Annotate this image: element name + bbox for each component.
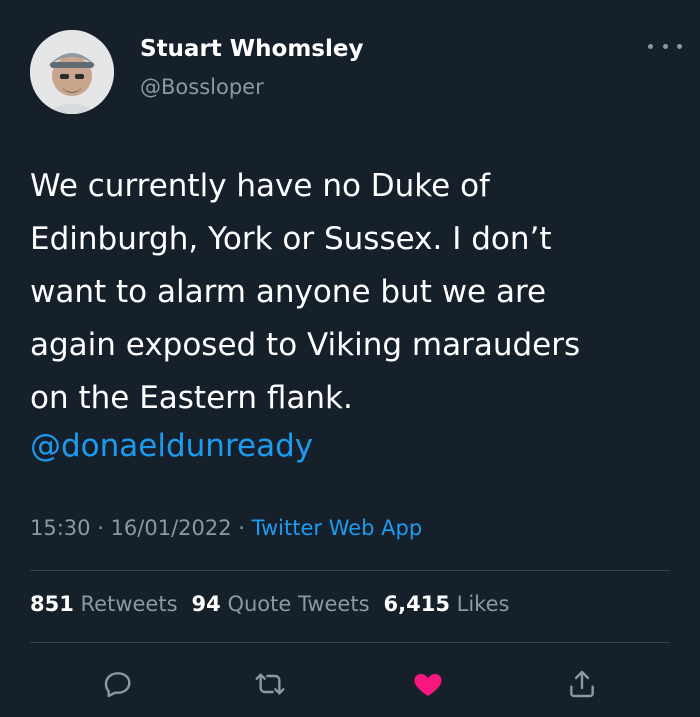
more-dot (648, 43, 653, 49)
quotes-count: 94 (191, 592, 221, 616)
meta-separator: · (90, 516, 111, 540)
reply-icon[interactable] (98, 664, 138, 704)
tweet-date[interactable]: 16/01/2022 (111, 516, 232, 540)
tweet-stats: 851 Retweets 94 Quote Tweets 6,415 Likes (30, 592, 509, 616)
tweet-time[interactable]: 15:30 (30, 516, 91, 540)
divider (30, 570, 670, 571)
share-icon[interactable] (562, 664, 602, 704)
more-icon[interactable] (648, 36, 682, 56)
quotes-label: Quote Tweets (227, 592, 370, 616)
display-name[interactable]: Stuart Whomsley (140, 36, 363, 62)
tweet-card: Stuart Whomsley @Bossloper We currently … (0, 0, 700, 717)
more-dot (677, 43, 682, 49)
likes-stat[interactable]: 6,415 Likes (384, 592, 510, 616)
tweet-text: We currently have no Duke of Edinburgh, … (30, 168, 581, 416)
likes-count: 6,415 (383, 592, 450, 616)
quotes-stat[interactable]: 94 Quote Tweets (192, 592, 370, 616)
user-handle[interactable]: @Bossloper (140, 75, 264, 99)
more-dot (662, 43, 668, 49)
retweet-icon[interactable] (250, 664, 290, 704)
tweet-meta: 15:30 · 16/01/2022 · Twitter Web App (30, 516, 422, 540)
retweets-stat[interactable]: 851 Retweets (30, 592, 178, 616)
tweet-source-link[interactable]: Twitter Web App (252, 516, 423, 540)
heart-icon[interactable] (408, 664, 448, 704)
retweets-count: 851 (30, 592, 74, 616)
divider (30, 642, 670, 643)
meta-separator: · (231, 516, 252, 540)
action-bar (0, 660, 700, 710)
retweets-label: Retweets (80, 592, 178, 616)
likes-label: Likes (456, 592, 510, 616)
mention-link[interactable]: @donaeldunready (30, 420, 313, 473)
avatar[interactable] (30, 30, 114, 114)
